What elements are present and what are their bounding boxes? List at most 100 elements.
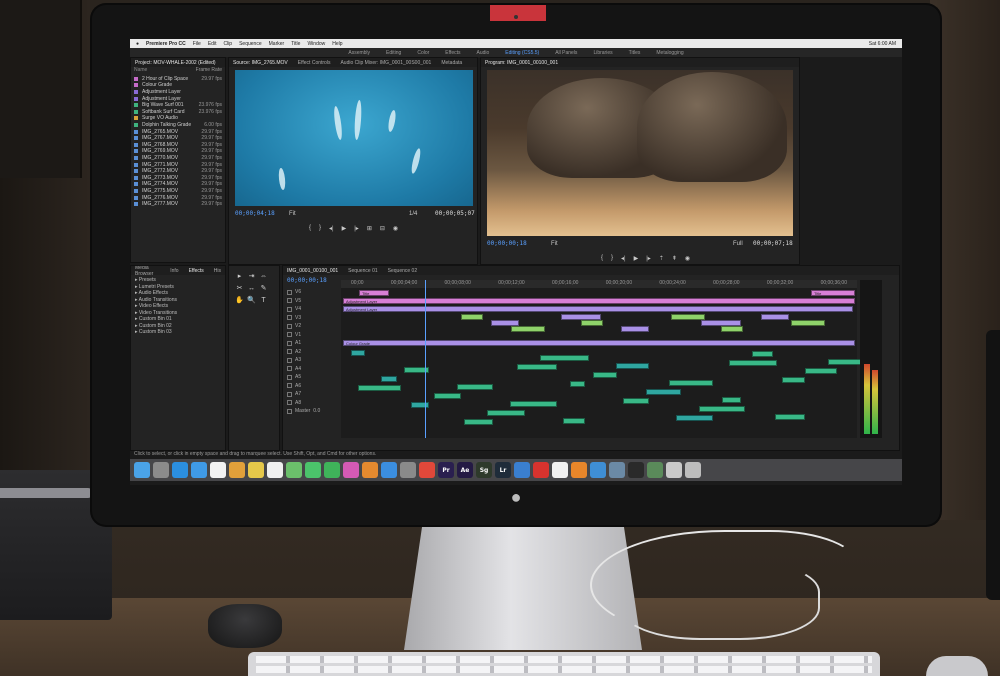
transmit-icon[interactable] — [590, 462, 606, 478]
project-item[interactable]: Big Wave Surf 001 23.976 fps — [134, 102, 222, 109]
track-header[interactable]: V3 — [283, 314, 339, 323]
timeline-clip[interactable] — [411, 402, 429, 408]
project-item[interactable]: 2 Hour of Clip Space 29.97 fps — [134, 76, 222, 83]
step-back-icon[interactable]: ◂| — [621, 255, 626, 262]
track-header[interactable]: A4 — [283, 365, 339, 374]
tab-effect-controls[interactable]: Effect Controls — [298, 60, 331, 66]
tab-audio-clip-mixer[interactable]: Audio Clip Mixer: IMG_0001_00S00_001 — [340, 60, 431, 66]
track-lock-icon[interactable] — [287, 408, 292, 414]
after-effects-icon[interactable]: Ae — [457, 462, 473, 478]
notes-icon[interactable] — [248, 462, 264, 478]
project-item[interactable]: IMG_2770.MOV 29.97 fps — [134, 155, 222, 162]
maps-icon[interactable] — [286, 462, 302, 478]
track-lock-icon[interactable] — [287, 298, 292, 304]
timeline-clip[interactable] — [581, 320, 603, 326]
mark-out-icon[interactable]: } — [319, 225, 321, 231]
timeline-clip[interactable] — [570, 381, 585, 387]
timeline-clip[interactable] — [722, 397, 741, 403]
timeline-clip[interactable] — [729, 360, 777, 366]
timeline-clip[interactable] — [761, 314, 789, 320]
program-timecode-current[interactable]: 00;00;00;18 — [487, 240, 527, 247]
project-item[interactable]: Surge VO Audio — [134, 115, 222, 122]
hand-tool-icon[interactable]: ✋ — [235, 296, 244, 305]
menu-title[interactable]: Title — [291, 41, 300, 47]
timeline-clip[interactable] — [381, 376, 397, 382]
menu-sequence[interactable]: Sequence — [239, 41, 262, 47]
timeline-timecode[interactable]: 00;00;00;18 — [287, 277, 327, 284]
project-item[interactable]: Dolphin Talking Grade 6.00 fps — [134, 122, 222, 129]
timeline-clip[interactable] — [669, 380, 713, 386]
tab-sequence[interactable]: Sequence 01 — [348, 268, 377, 274]
facetime-icon[interactable] — [324, 462, 340, 478]
speedgrade-icon[interactable]: Sg — [476, 462, 492, 478]
track-lock-icon[interactable] — [287, 349, 292, 355]
track-lock-icon[interactable] — [287, 340, 292, 346]
timeline-clip[interactable] — [671, 314, 705, 320]
slip-tool-icon[interactable]: ↔ — [247, 284, 256, 293]
timeline-clip[interactable] — [646, 389, 681, 395]
timeline-clip[interactable] — [434, 393, 461, 399]
track-header[interactable]: V5 — [283, 297, 339, 306]
camera-icon[interactable]: ◉ — [685, 255, 690, 262]
track-header[interactable]: A7 — [283, 390, 339, 399]
cinema4d-icon[interactable] — [514, 462, 530, 478]
tab-project[interactable]: Project: MOV-WHALE-2002 (Edited) — [135, 60, 216, 66]
app-menu[interactable]: Premiere Pro CC — [146, 41, 186, 47]
track-lock-icon[interactable] — [287, 391, 292, 397]
workspace-tab[interactable]: Metalogging — [656, 50, 683, 56]
apple-menu-icon[interactable]: ● — [136, 41, 139, 47]
workspace-tab[interactable]: All Panels — [555, 50, 577, 56]
insert-icon[interactable]: ⊞ — [367, 225, 372, 232]
project-item[interactable]: IMG_2776.MOV 29.97 fps — [134, 194, 222, 201]
timeline-clip[interactable] — [593, 372, 617, 378]
zoom-tool-icon[interactable]: 🔍 — [247, 296, 256, 305]
tab-metadata[interactable]: Metadata — [441, 60, 462, 66]
timeline-clip[interactable] — [621, 326, 649, 332]
workspace-tab[interactable]: Assembly — [348, 50, 370, 56]
messages-icon[interactable] — [305, 462, 321, 478]
activity-icon[interactable] — [647, 462, 663, 478]
menu-edit[interactable]: Edit — [208, 41, 217, 47]
network-icon[interactable] — [609, 462, 625, 478]
timeline-clip[interactable] — [623, 398, 649, 404]
premiere-icon[interactable]: Pr — [438, 462, 454, 478]
extract-icon[interactable]: ⇞ — [672, 255, 677, 262]
project-item[interactable]: IMG_2771.MOV 29.97 fps — [134, 161, 222, 168]
project-item[interactable]: IMG_2768.MOV 29.97 fps — [134, 142, 222, 149]
mark-in-icon[interactable]: { — [309, 225, 311, 231]
workspace-tab[interactable]: Effects — [445, 50, 460, 56]
project-item[interactable]: Softbank Surf Card 23.976 fps — [134, 109, 222, 116]
lift-icon[interactable]: ⇡ — [659, 255, 664, 262]
project-item[interactable]: IMG_2774.MOV 29.97 fps — [134, 181, 222, 188]
menu-file[interactable]: File — [193, 41, 201, 47]
tab-media-browser[interactable]: Media Browser — [135, 266, 160, 277]
finder-icon[interactable] — [134, 462, 150, 478]
project-item[interactable]: IMG_2767.MOV 29.97 fps — [134, 135, 222, 142]
project-item[interactable]: Adjustment Layer — [134, 95, 222, 102]
timeline-clip[interactable] — [517, 364, 557, 370]
razor-tool-icon[interactable]: ✂ — [235, 284, 244, 293]
trash-icon[interactable] — [685, 462, 701, 478]
program-scale-select[interactable]: Full — [733, 240, 743, 248]
timeline-clip[interactable] — [511, 326, 545, 332]
selection-tool-icon[interactable]: ▸ — [235, 272, 244, 281]
step-forward-icon[interactable]: |▸ — [646, 255, 651, 262]
track-lock-icon[interactable] — [287, 357, 292, 363]
preferences-icon[interactable] — [400, 462, 416, 478]
tab-source[interactable]: Source: IMG_2765.MOV — [233, 60, 288, 66]
track-header[interactable]: V6 — [283, 288, 339, 297]
camera-icon[interactable]: ◉ — [393, 225, 398, 232]
overwrite-icon[interactable]: ⊟ — [380, 225, 385, 232]
workspace-tab[interactable]: Libraries — [593, 50, 612, 56]
timeline-clip[interactable] — [676, 415, 713, 421]
menubar-clock[interactable]: Sat 6:00 AM — [869, 41, 896, 47]
type-tool-icon[interactable]: T — [259, 296, 268, 305]
track-lock-icon[interactable] — [287, 289, 292, 295]
chrome-icon[interactable] — [419, 462, 435, 478]
timeline-clip[interactable] — [461, 314, 483, 320]
tab-history[interactable]: His — [214, 268, 221, 274]
tab-program[interactable]: Program: IMG_0001_00100_001 — [485, 60, 558, 66]
workspace-tab[interactable]: Titles — [629, 50, 641, 56]
timeline-clip[interactable]: Adjustment Layer — [343, 306, 853, 312]
track-header[interactable]: A6 — [283, 382, 339, 391]
